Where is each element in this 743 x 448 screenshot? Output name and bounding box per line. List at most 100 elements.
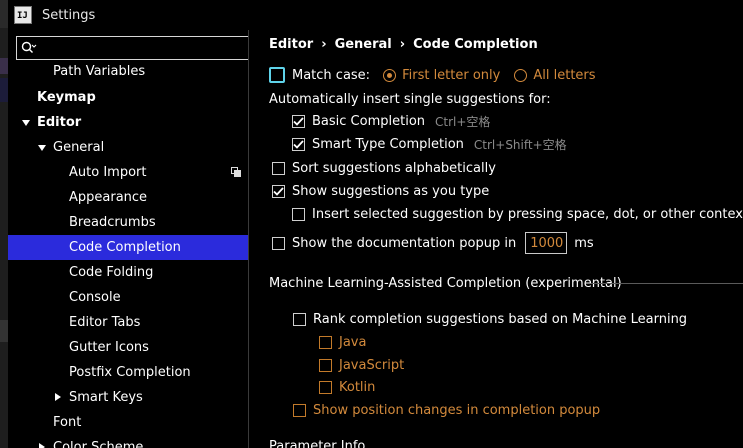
sidebar-item-label: Editor [37,115,82,130]
sidebar-item-console[interactable]: Console [8,285,248,310]
sidebar-item-auto-import[interactable]: Auto Import [8,160,248,185]
sidebar-item-label: Code Folding [69,265,154,280]
sort-alpha-row: Sort suggestions alphabetically [272,158,496,178]
param-info-header: Parameter Info [269,436,365,448]
basic-completion-row: Basic Completion Ctrl+空格 [292,111,490,131]
breadcrumb: Editor › General › Code Completion [269,37,538,52]
show-as-type-checkbox[interactable] [272,184,285,198]
ml-show-position-checkbox[interactable] [293,403,306,417]
sidebar-item-appearance[interactable]: Appearance [8,185,248,210]
sidebar-item-gutter-icons[interactable]: Gutter Icons [8,335,248,360]
ml-java-label: Java [339,334,367,350]
ml-javascript-label: JavaScript [339,357,405,373]
code-completion-panel: Editor › General › Code Completion Match… [249,30,743,448]
check-icon [293,116,304,126]
ml-section-title: Machine Learning-Assisted Completion (ex… [269,275,622,291]
all-letters-label: All letters [533,67,596,83]
first-letter-only-radio[interactable] [383,68,397,82]
first-letter-only-label: First letter only [402,67,501,83]
sidebar-item-postfix-completion[interactable]: Postfix Completion [8,360,248,385]
auto-insert-text: Automatically insert single suggestions … [269,91,551,107]
show-as-type-label: Show suggestions as you type [292,183,490,199]
chevron-right-icon[interactable] [55,393,61,401]
smart-completion-shortcut: Ctrl+Shift+空格 [473,137,567,152]
breadcrumb-separator: › [321,37,327,52]
sidebar-item-label: Auto Import [69,165,147,180]
ml-rank-checkbox[interactable] [293,312,306,326]
doc-popup-label: Show the documentation popup in [292,235,517,251]
param-info-title: Parameter Info [269,438,366,448]
intellij-app-icon: IJ [14,6,32,24]
sidebar-item-label: Font [53,415,82,430]
basic-completion-shortcut: Ctrl+空格 [435,114,491,129]
insert-by-space-row: Insert selected suggestion by pressing s… [292,204,743,224]
ml-rank-label: Rank completion suggestions based on Mac… [313,311,688,327]
match-case-row: Match case: First letter only All letter… [269,65,596,85]
insert-by-space-label: Insert selected suggestion by pressing s… [312,206,743,222]
basic-completion-checkbox[interactable] [292,114,305,128]
ml-javascript-row: JavaScript [319,355,404,375]
smart-completion-row: Smart Type Completion Ctrl+Shift+空格 [292,134,567,154]
chevron-right-icon[interactable] [39,443,45,448]
title-bar: IJ Settings [8,0,743,30]
check-icon [273,186,284,196]
ml-show-position-row: Show position changes in completion popu… [293,400,600,420]
sidebar-item-editor-tabs[interactable]: Editor Tabs [8,310,248,335]
sidebar-item-keymap[interactable]: Keymap [8,85,248,110]
chevron-down-icon[interactable] [22,120,30,126]
search-input[interactable] [16,36,249,60]
sidebar-item-editor[interactable]: Editor [8,110,248,135]
sidebar-item-label: Console [69,290,121,305]
sidebar-item-label: Keymap [37,90,96,105]
smart-completion-checkbox[interactable] [292,137,305,151]
sidebar-item-code-completion[interactable]: Code Completion [8,235,248,260]
sidebar-item-label: Color Scheme [53,440,144,448]
sort-alpha-checkbox[interactable] [272,161,285,175]
sidebar-item-label: Smart Keys [69,390,143,405]
all-letters-radio[interactable] [514,68,528,82]
auto-insert-label: Automatically insert single suggestions … [269,89,551,109]
doc-popup-row: Show the documentation popup in 1000 ms [272,231,594,255]
breadcrumb-editor[interactable]: Editor [269,37,313,52]
sidebar-item-font[interactable]: Font [8,410,248,435]
sidebar-item-general[interactable]: General [8,135,248,160]
sidebar-item-color-scheme[interactable]: Color Scheme [8,435,248,448]
sidebar-item-label: Editor Tabs [69,315,141,330]
window-title: Settings [42,7,96,23]
doc-popup-ms-label: ms [574,235,594,251]
ml-java-row: Java [319,332,366,352]
search-icon [21,41,37,53]
match-case-label: Match case: [292,67,371,83]
ml-kotlin-checkbox[interactable] [319,380,332,394]
doc-popup-checkbox[interactable] [272,236,285,250]
ml-java-checkbox[interactable] [319,335,332,349]
sidebar-item-code-folding[interactable]: Code Folding [8,260,248,285]
doc-popup-delay-input[interactable]: 1000 [525,232,568,254]
match-case-checkbox[interactable] [269,67,285,83]
sidebar-item-smart-keys[interactable]: Smart Keys [8,385,248,410]
sort-alpha-label: Sort suggestions alphabetically [292,160,496,176]
ml-kotlin-row: Kotlin [319,377,375,397]
sidebar-item-path-variables[interactable]: Path Variables [8,60,248,84]
basic-completion-label: Basic Completion [312,113,426,129]
background-window-edge [0,0,8,448]
settings-sidebar: Path Variables Keymap Editor General Aut… [8,30,249,448]
breadcrumb-general[interactable]: General [335,37,392,52]
sidebar-item-label: Appearance [69,190,148,205]
project-settings-icon [231,167,241,177]
breadcrumb-separator: › [399,37,406,52]
sidebar-item-label: Postfix Completion [69,365,191,380]
insert-by-space-checkbox[interactable] [292,207,305,221]
show-as-type-row: Show suggestions as you type [272,181,489,201]
sidebar-item-breadcrumbs[interactable]: Breadcrumbs [8,210,248,235]
smart-completion-label: Smart Type Completion [312,136,464,152]
sidebar-item-label: Path Variables [53,64,146,79]
sidebar-item-label: Gutter Icons [69,340,149,355]
ml-show-position-label: Show position changes in completion popu… [313,402,601,418]
chevron-down-icon[interactable] [38,145,46,151]
check-icon [293,139,304,149]
ml-javascript-checkbox[interactable] [319,358,332,372]
ml-rank-row: Rank completion suggestions based on Mac… [293,309,687,329]
sidebar-item-label: Breadcrumbs [69,215,156,230]
ml-kotlin-label: Kotlin [339,379,376,395]
